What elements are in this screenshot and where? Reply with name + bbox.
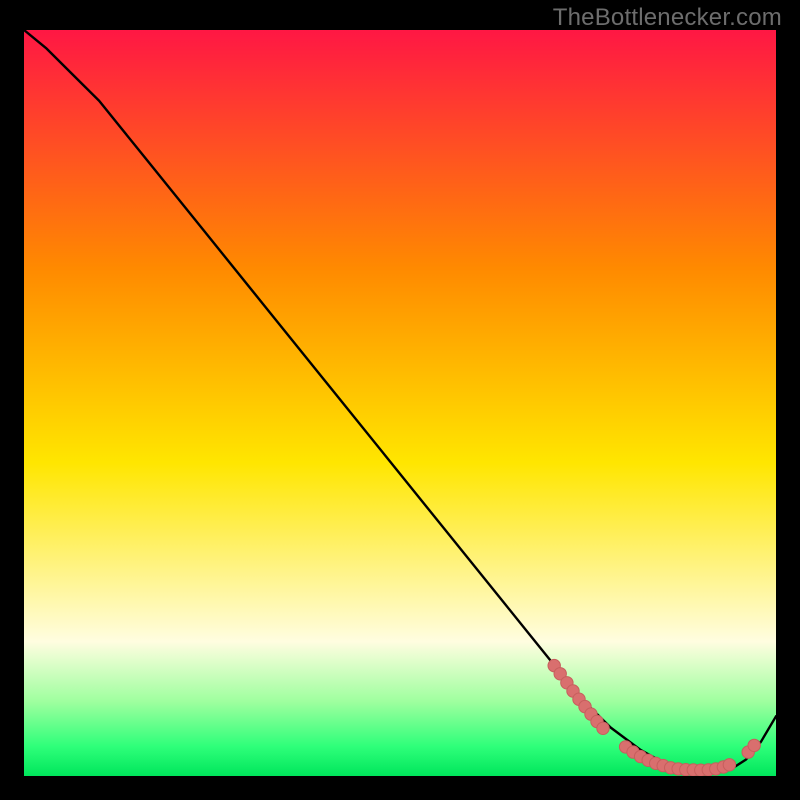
chart-svg <box>24 30 776 776</box>
data-dot <box>723 759 735 771</box>
plot-area <box>24 30 776 776</box>
gradient-background <box>24 30 776 776</box>
data-dot <box>597 722 609 734</box>
watermark-text: TheBottlenecker.com <box>553 4 782 32</box>
data-dot <box>748 739 760 751</box>
chart-frame: TheBottlenecker.com <box>0 0 800 800</box>
